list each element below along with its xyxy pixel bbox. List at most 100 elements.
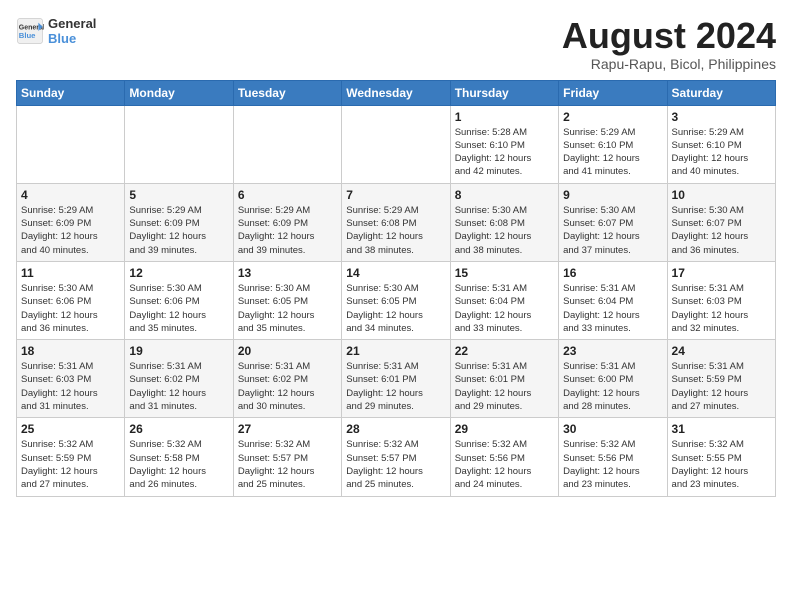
day-number: 28 [346, 422, 445, 436]
day-info: Sunrise: 5:32 AMSunset: 5:56 PMDaylight:… [455, 438, 554, 491]
calendar-header: General Blue General Blue August 2024 Ra… [16, 16, 776, 72]
day-number: 1 [455, 110, 554, 124]
calendar-day-cell: 19 Sunrise: 5:31 AMSunset: 6:02 PMDayligh… [125, 340, 233, 418]
day-number: 13 [238, 266, 337, 280]
calendar-day-cell: 12Sunrise: 5:30 AMSunset: 6:06 PMDayligh… [125, 261, 233, 339]
day-number: 15 [455, 266, 554, 280]
calendar-day-cell: 13 Sunrise: 5:30 AMSunset: 6:05 PMDayligh… [233, 261, 341, 339]
title-area: August 2024 Rapu-Rapu, Bicol, Philippine… [562, 16, 776, 72]
day-number: 22 [455, 344, 554, 358]
day-number: 17 [672, 266, 771, 280]
day-number: 18 [21, 344, 120, 358]
calendar-day-cell: 16 Sunrise: 5:31 AMSunset: 6:04 PMDayligh… [559, 261, 667, 339]
calendar-day-cell: 26 Sunrise: 5:32 AMSunset: 5:58 PMDayligh… [125, 418, 233, 496]
day-info: Sunrise: 5:32 AMSunset: 5:56 PMDaylight:… [563, 438, 662, 491]
calendar-day-cell: 31 Sunrise: 5:32 AMSunset: 5:55 PMDayligh… [667, 418, 775, 496]
day-info: Sunrise: 5:32 AMSunset: 5:58 PMDaylight:… [129, 438, 228, 491]
day-info: Sunrise: 5:29 AMSunset: 6:09 PMDaylight:… [129, 204, 228, 257]
calendar-week-row: 11 Sunrise: 5:30 AMSunset: 6:06 PMDayligh… [17, 261, 776, 339]
calendar-day-cell [125, 105, 233, 183]
day-info: Sunrise: 5:30 AMSunset: 6:07 PMDaylight:… [563, 204, 662, 257]
day-number: 29 [455, 422, 554, 436]
calendar-day-cell [342, 105, 450, 183]
day-info: Sunrise: 5:29 AMSunset: 6:10 PMDaylight:… [563, 126, 662, 179]
day-number: 31 [672, 422, 771, 436]
day-number: 24 [672, 344, 771, 358]
calendar-title: August 2024 [562, 16, 776, 56]
weekday-header: Wednesday [342, 80, 450, 105]
calendar-week-row: 1 Sunrise: 5:28 AMSunset: 6:10 PMDaylight… [17, 105, 776, 183]
calendar-day-cell: 30 Sunrise: 5:32 AMSunset: 5:56 PMDayligh… [559, 418, 667, 496]
day-number: 20 [238, 344, 337, 358]
calendar-day-cell: 6 Sunrise: 5:29 AMSunset: 6:09 PMDaylight… [233, 183, 341, 261]
day-info: Sunrise: 5:31 AMSunset: 6:01 PMDaylight:… [455, 360, 554, 413]
calendar-day-cell: 9 Sunrise: 5:30 AMSunset: 6:07 PMDaylight… [559, 183, 667, 261]
day-info: Sunrise: 5:31 AMSunset: 6:03 PMDaylight:… [21, 360, 120, 413]
day-info: Sunrise: 5:31 AMSunset: 6:04 PMDaylight:… [563, 282, 662, 335]
logo-blue-text: Blue [48, 31, 96, 46]
calendar-week-row: 4 Sunrise: 5:29 AMSunset: 6:09 PMDaylight… [17, 183, 776, 261]
weekday-header-row: SundayMondayTuesdayWednesdayThursdayFrid… [17, 80, 776, 105]
day-info: Sunrise: 5:31 AMSunset: 6:02 PMDaylight:… [238, 360, 337, 413]
day-info: Sunrise: 5:31 AMSunset: 6:03 PMDaylight:… [672, 282, 771, 335]
day-number: 9 [563, 188, 662, 202]
calendar-day-cell: 23Sunrise: 5:31 AMSunset: 6:00 PMDayligh… [559, 340, 667, 418]
calendar-day-cell: 5 Sunrise: 5:29 AMSunset: 6:09 PMDaylight… [125, 183, 233, 261]
calendar-day-cell: 2 Sunrise: 5:29 AMSunset: 6:10 PMDaylight… [559, 105, 667, 183]
day-number: 25 [21, 422, 120, 436]
day-number: 14 [346, 266, 445, 280]
logo-general-text: General [48, 16, 96, 31]
day-info: Sunrise: 5:32 AMSunset: 5:59 PMDaylight:… [21, 438, 120, 491]
day-number: 30 [563, 422, 662, 436]
calendar-day-cell: 3Sunrise: 5:29 AMSunset: 6:10 PMDaylight… [667, 105, 775, 183]
day-info: Sunrise: 5:29 AMSunset: 6:09 PMDaylight:… [21, 204, 120, 257]
day-info: Sunrise: 5:31 AMSunset: 5:59 PMDaylight:… [672, 360, 771, 413]
day-info: Sunrise: 5:31 AMSunset: 6:02 PMDaylight:… [129, 360, 228, 413]
weekday-header: Thursday [450, 80, 558, 105]
calendar-day-cell: 27Sunrise: 5:32 AMSunset: 5:57 PMDayligh… [233, 418, 341, 496]
calendar-day-cell: 11Sunrise: 5:30 AMSunset: 6:06 PMDayligh… [17, 261, 125, 339]
calendar-day-cell: 4 Sunrise: 5:29 AMSunset: 6:09 PMDaylight… [17, 183, 125, 261]
day-number: 6 [238, 188, 337, 202]
calendar-day-cell: 8 Sunrise: 5:30 AMSunset: 6:08 PMDaylight… [450, 183, 558, 261]
day-info: Sunrise: 5:29 AMSunset: 6:08 PMDaylight:… [346, 204, 445, 257]
calendar-day-cell: 1 Sunrise: 5:28 AMSunset: 6:10 PMDaylight… [450, 105, 558, 183]
calendar-day-cell: 21Sunrise: 5:31 AMSunset: 6:01 PMDayligh… [342, 340, 450, 418]
day-info: Sunrise: 5:30 AMSunset: 6:06 PMDaylight:… [129, 282, 228, 335]
day-number: 8 [455, 188, 554, 202]
day-info: Sunrise: 5:32 AMSunset: 5:55 PMDaylight:… [672, 438, 771, 491]
calendar-day-cell [17, 105, 125, 183]
day-number: 4 [21, 188, 120, 202]
svg-text:Blue: Blue [19, 31, 36, 40]
day-info: Sunrise: 5:28 AMSunset: 6:10 PMDaylight:… [455, 126, 554, 179]
day-number: 5 [129, 188, 228, 202]
day-number: 7 [346, 188, 445, 202]
calendar-day-cell: 7 Sunrise: 5:29 AMSunset: 6:08 PMDaylight… [342, 183, 450, 261]
calendar-day-cell: 25 Sunrise: 5:32 AMSunset: 5:59 PMDayligh… [17, 418, 125, 496]
day-number: 10 [672, 188, 771, 202]
day-info: Sunrise: 5:29 AMSunset: 6:09 PMDaylight:… [238, 204, 337, 257]
calendar-day-cell: 24 Sunrise: 5:31 AMSunset: 5:59 PMDayligh… [667, 340, 775, 418]
day-info: Sunrise: 5:30 AMSunset: 6:08 PMDaylight:… [455, 204, 554, 257]
day-info: Sunrise: 5:32 AMSunset: 5:57 PMDaylight:… [346, 438, 445, 491]
weekday-header: Sunday [17, 80, 125, 105]
weekday-header: Monday [125, 80, 233, 105]
day-number: 19 [129, 344, 228, 358]
calendar-day-cell: 18 Sunrise: 5:31 AMSunset: 6:03 PMDayligh… [17, 340, 125, 418]
day-number: 16 [563, 266, 662, 280]
day-info: Sunrise: 5:32 AMSunset: 5:57 PMDaylight:… [238, 438, 337, 491]
logo: General Blue General Blue [16, 16, 96, 46]
day-info: Sunrise: 5:31 AMSunset: 6:00 PMDaylight:… [563, 360, 662, 413]
calendar-subtitle: Rapu-Rapu, Bicol, Philippines [562, 56, 776, 72]
day-info: Sunrise: 5:29 AMSunset: 6:10 PMDaylight:… [672, 126, 771, 179]
day-number: 11 [21, 266, 120, 280]
calendar-day-cell: 20 Sunrise: 5:31 AMSunset: 6:02 PMDayligh… [233, 340, 341, 418]
calendar-day-cell: 15 Sunrise: 5:31 AMSunset: 6:04 PMDayligh… [450, 261, 558, 339]
day-info: Sunrise: 5:31 AMSunset: 6:04 PMDaylight:… [455, 282, 554, 335]
day-number: 2 [563, 110, 662, 124]
day-number: 26 [129, 422, 228, 436]
weekday-header: Tuesday [233, 80, 341, 105]
calendar-day-cell [233, 105, 341, 183]
calendar-day-cell: 17 Sunrise: 5:31 AMSunset: 6:03 PMDayligh… [667, 261, 775, 339]
day-info: Sunrise: 5:30 AMSunset: 6:05 PMDaylight:… [238, 282, 337, 335]
